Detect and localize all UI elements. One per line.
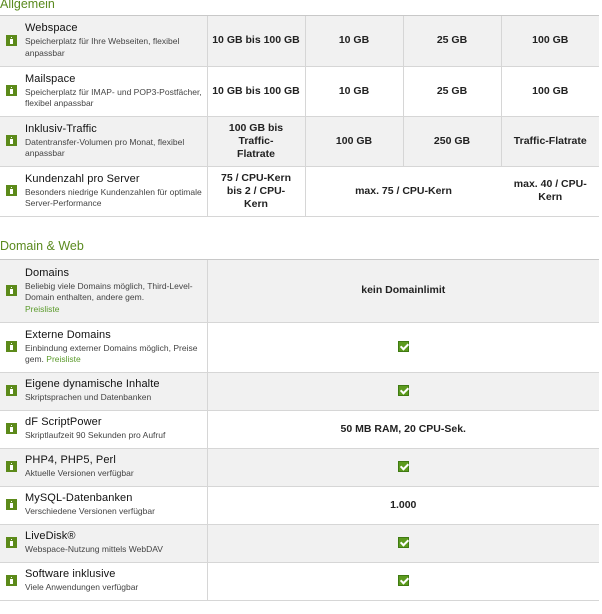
feature-title: Mailspace xyxy=(25,72,76,85)
info-icon[interactable] xyxy=(5,385,17,397)
feature-description: Viele Anwendungen verfügbar xyxy=(25,582,139,593)
info-cell[interactable] xyxy=(0,409,22,449)
info-icon[interactable] xyxy=(5,85,17,97)
check-icon xyxy=(397,385,409,397)
feature-title: LiveDisk® xyxy=(25,530,76,543)
domain-web-table: Domains Beliebig viele Domains möglich, T… xyxy=(0,260,599,601)
value-cell: kein Domainlimit xyxy=(207,260,599,323)
info-icon[interactable] xyxy=(5,575,17,587)
check-icon xyxy=(397,341,409,353)
table-row: Mailspace Speicherplatz für IMAP- und POP… xyxy=(0,65,599,117)
feature-description: Skriptsprachen und Datenbanken xyxy=(25,392,152,403)
feature-description: Aktuelle Versionen verfügbar xyxy=(25,468,134,479)
info-icon[interactable] xyxy=(5,461,17,473)
check-icon xyxy=(397,537,409,549)
info-cell[interactable] xyxy=(0,321,22,373)
table-row: MySQL-Datenbanken Verschiedene Versionen … xyxy=(0,485,599,525)
value-cell: 25 GB xyxy=(403,65,502,117)
info-cell[interactable] xyxy=(0,115,22,167)
feature-description: Besonders niedrige Kundenzahlen für opti… xyxy=(25,186,202,209)
info-icon[interactable] xyxy=(5,537,17,549)
info-cell[interactable] xyxy=(0,371,22,411)
table-row: Domains Beliebig viele Domains möglich, T… xyxy=(0,260,599,323)
value-cell: 100 GB xyxy=(501,65,599,117)
feature-description: Webspace-Nutzung mittels WebDAV xyxy=(25,544,163,555)
feature-description: Verschiedene Versionen verfügbar xyxy=(25,506,155,517)
feature-title: Eigene dynamische Inhalte xyxy=(25,378,160,391)
check-icon xyxy=(397,575,409,587)
value-cell: 100 GB xyxy=(305,115,404,167)
value-cell: 10 GB bis 100 GB xyxy=(207,16,306,67)
value-cell: Traffic-Flatrate xyxy=(501,115,599,167)
info-cell[interactable] xyxy=(0,447,22,487)
info-cell[interactable] xyxy=(0,523,22,563)
info-cell[interactable] xyxy=(0,65,22,117)
info-cell[interactable] xyxy=(0,485,22,525)
feature-title: dF ScriptPower xyxy=(25,416,102,429)
check-icon xyxy=(397,461,409,473)
feature-description: Speicherplatz für IMAP- und POP3-Postfäc… xyxy=(25,86,202,109)
feature-title: Kundenzahl pro Server xyxy=(25,172,140,185)
value-cell-text: max. 75 / CPU-Kern xyxy=(355,184,452,197)
value-cell: 100 GB xyxy=(501,16,599,67)
feature-title: Software inklusive xyxy=(25,568,116,581)
table-row: Kundenzahl pro Server Besonders niedrige … xyxy=(0,165,599,217)
table-row: Externe Domains Einbindung externer Domai… xyxy=(0,321,599,373)
value-cell: 250 GB xyxy=(403,115,502,167)
value-cell-text: max. 40 / CPU-Kern xyxy=(513,178,587,203)
feature-title: Externe Domains xyxy=(25,328,111,341)
feature-description: Beliebig viele Domains möglich, Third-Le… xyxy=(25,280,193,303)
info-icon[interactable] xyxy=(5,341,17,353)
value-cell: 10 GB xyxy=(305,16,404,67)
value-cell: 10 GB xyxy=(305,65,404,117)
info-cell[interactable] xyxy=(0,260,22,323)
section-title-allgemein: Allgemein xyxy=(0,0,55,11)
value-cell xyxy=(207,561,599,601)
info-icon[interactable] xyxy=(5,135,17,147)
info-icon[interactable] xyxy=(5,285,17,297)
value-cell: max. 75 / CPU-Kern max. 40 / CPU-Kern xyxy=(305,165,599,217)
table-row: Webspace Speicherplatz für Ihre Webseiten… xyxy=(0,16,599,67)
feature-description: Einbindung externer Domains möglich, Pre… xyxy=(25,343,203,366)
info-cell[interactable] xyxy=(0,16,22,67)
price-list-link[interactable]: Preisliste xyxy=(46,354,80,364)
value-cell: 50 MB RAM, 20 CPU-Sek. xyxy=(207,409,599,449)
value-cell: 10 GB bis 100 GB xyxy=(207,65,306,117)
value-cell: 100 GB bis Traffic-Flatrate xyxy=(207,115,306,167)
value-cell: 25 GB xyxy=(403,16,502,67)
feature-title: Domains xyxy=(25,266,70,279)
table-row: Eigene dynamische Inhalte Skriptsprachen … xyxy=(0,371,599,411)
table-row: Software inklusive Viele Anwendungen verf… xyxy=(0,561,599,601)
value-cell xyxy=(207,321,599,373)
table-row: LiveDisk® Webspace-Nutzung mittels WebDAV xyxy=(0,523,599,563)
table-row: Inklusiv-Traffic Datentransfer-Volumen pr… xyxy=(0,115,599,167)
value-cell xyxy=(207,447,599,487)
info-icon[interactable] xyxy=(5,423,17,435)
value-cell: 75 / CPU-Kern bis 2 / CPU-Kern xyxy=(207,165,306,217)
allgemein-table: Webspace Speicherplatz für Ihre Webseiten… xyxy=(0,16,599,217)
table-row: PHP4, PHP5, Perl Aktuelle Versionen verfü… xyxy=(0,447,599,487)
value-cell xyxy=(207,371,599,411)
table-row: dF ScriptPower Skriptlaufzeit 90 Sekunden… xyxy=(0,409,599,449)
feature-description: Skriptlaufzeit 90 Sekunden pro Aufruf xyxy=(25,430,166,441)
price-list-link[interactable]: Preisliste xyxy=(25,304,203,316)
section-title-domain-web: Domain & Web xyxy=(0,239,84,253)
info-icon[interactable] xyxy=(5,499,17,511)
feature-description: Speicherplatz für Ihre Webseiten, flexib… xyxy=(25,36,180,58)
feature-title: MySQL-Datenbanken xyxy=(25,492,133,505)
feature-title: Webspace xyxy=(25,22,78,35)
feature-title: PHP4, PHP5, Perl xyxy=(25,454,116,467)
info-icon[interactable] xyxy=(5,185,17,197)
info-cell[interactable] xyxy=(0,561,22,601)
feature-description: Datentransfer-Volumen pro Monat, flexibe… xyxy=(25,136,185,159)
value-cell: 1.000 xyxy=(207,485,599,525)
info-cell[interactable] xyxy=(0,165,22,217)
feature-title: Inklusiv-Traffic xyxy=(25,122,97,135)
info-icon[interactable] xyxy=(5,35,17,47)
value-cell xyxy=(207,523,599,563)
